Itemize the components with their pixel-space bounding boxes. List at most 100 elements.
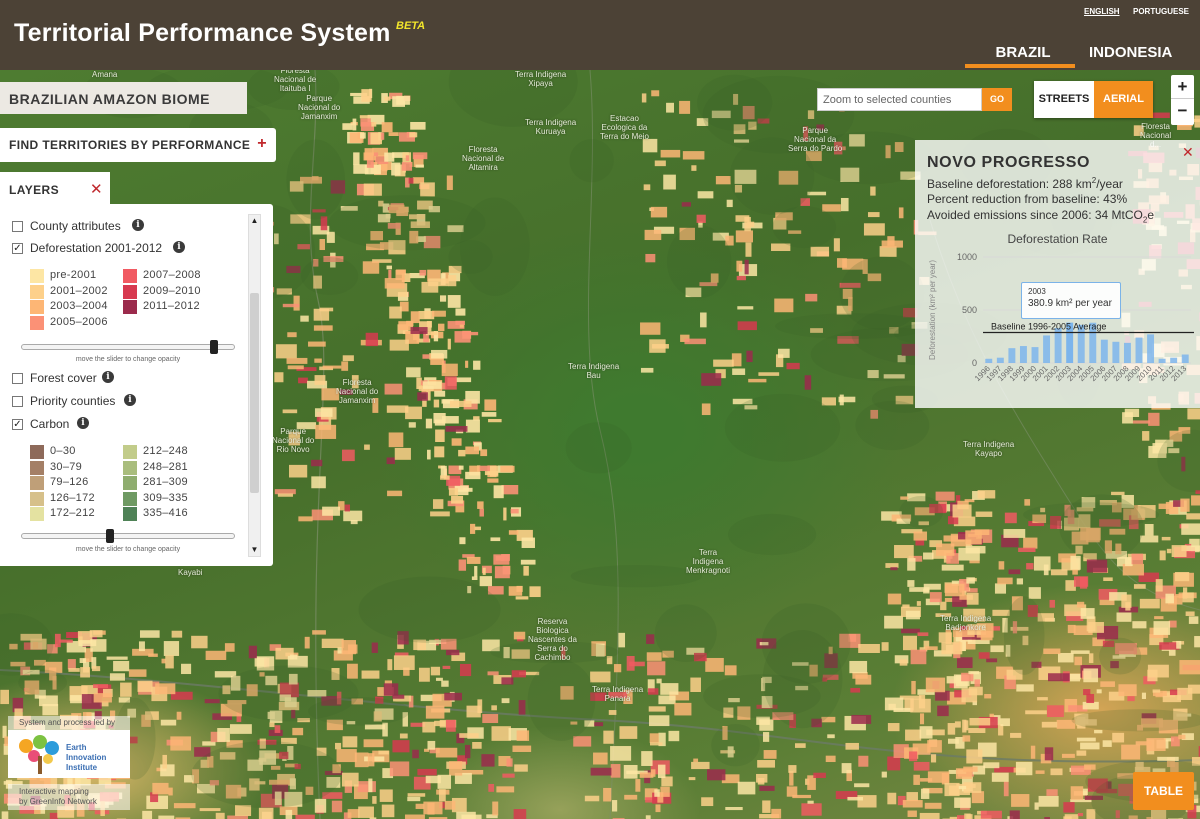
deforestation-patch [501,698,510,704]
deforestation-patch [956,657,973,669]
legend-swatch [123,300,137,314]
legend-label: 281–309 [143,476,188,488]
slider-handle[interactable] [105,529,114,543]
scroll-thumb[interactable] [250,293,259,493]
deforestation-patch [487,478,499,483]
deforestation-patch [466,556,481,564]
layer-carbon[interactable]: ✓ Carbon i [12,417,92,433]
deforestation-patch [152,782,169,795]
deforestation-patch [274,725,281,733]
info-icon[interactable]: i [132,219,144,231]
deforestation-patch [79,658,87,664]
deforestation-patch [1154,616,1164,620]
deforestation-patch [1135,741,1152,746]
deforestation-patch [1111,491,1125,496]
layer-county-attributes[interactable]: County attributes i [12,219,152,235]
deforestation-patch [386,405,409,413]
deforestation-patch [1082,788,1088,796]
slider-handle[interactable] [209,340,218,354]
forest-texture [358,576,501,643]
close-icon[interactable]: ✕ [90,180,103,198]
deforestation-patch [427,740,436,750]
info-icon[interactable]: i [77,417,89,429]
info-icon[interactable]: i [173,241,185,253]
carbon-checkbox[interactable]: ✓ [12,419,23,430]
county-search-input[interactable] [817,88,982,111]
layers-scrollbar[interactable]: ▲ ▼ [248,214,261,557]
info-icon[interactable]: i [102,371,114,383]
deforestation-patch [491,705,497,711]
tab-indonesia[interactable]: INDONESIA [1089,44,1172,61]
deforestation-patch [381,122,393,133]
deforestation-patch [430,511,450,517]
deforestation-patch [735,230,753,243]
deforestation-opacity-slider[interactable] [21,340,235,354]
deforestation-patch [1175,572,1190,582]
scroll-up-arrow-icon[interactable]: ▲ [249,215,260,227]
deforestation-patch [173,803,196,809]
deforestation-patch [850,687,861,693]
deforestation-patch [387,659,393,671]
map-label: Parque Nacional da Serra do Pardo [788,126,843,153]
tab-brazil[interactable]: BRAZIL [966,44,1076,61]
deforestation-patch [913,761,930,771]
info-icon[interactable]: i [124,394,136,406]
layer-forest-cover[interactable]: Forest cover i [12,371,122,387]
deforestation-patch [322,365,342,369]
credit-mapping[interactable]: Interactive mapping by GreenInfo Network [8,784,130,810]
forest-texture [666,225,732,299]
find-territories-button[interactable]: FIND TERRITORIES BY PERFORMANCE + [0,128,276,162]
app-header: Territorial Performance System BETA ENGL… [0,0,1200,70]
deforestation-patch [944,583,965,597]
deforestation-patch [705,657,724,672]
streets-button[interactable]: STREETS [1034,81,1094,118]
deforestation-patch [465,744,471,759]
deforestation-patch [794,743,806,748]
deforestation-patch [927,771,950,783]
deforestation-patch [603,730,614,744]
aerial-button[interactable]: AERIAL [1094,81,1153,118]
scroll-down-arrow-icon[interactable]: ▼ [249,544,260,556]
table-button[interactable]: TABLE [1133,772,1194,810]
deforestation-patch [967,639,990,644]
layer-deforestation[interactable]: ✓ Deforestation 2001-2012 i [12,241,192,257]
chart-bar [985,358,993,363]
earth-innovation-logo[interactable]: Earth Innovation Institute [8,730,130,778]
deforestation-patch [1008,569,1021,575]
deforestation-patch [384,383,403,395]
forest-cover-checkbox[interactable] [12,373,23,384]
deforestation-patch [341,361,349,371]
map-label: Floresta Nacional de Altamira [462,145,505,172]
deforestation-patch [158,815,175,819]
deforestation-patch [371,642,378,653]
deforestation-patch [649,339,666,353]
deforestation-patch [1102,740,1112,747]
deforestation-patch [481,754,495,767]
go-button[interactable]: GO [982,88,1012,111]
deforestation-patch [736,275,746,281]
deforestation-patch [1,811,9,819]
carbon-opacity-slider[interactable] [21,529,235,543]
deforestation-patch [965,530,982,545]
deforestation-patch [454,331,471,343]
forest-texture [1003,596,1045,675]
deforestation-patch [801,803,822,816]
legend-swatch [30,445,44,459]
language-portuguese-link[interactable]: PORTUGUESE [1133,7,1189,16]
county-attributes-checkbox[interactable] [12,221,23,232]
zoom-out-button[interactable]: − [1171,100,1194,124]
deforestation-patch [407,793,426,797]
deforestation-patch [584,795,600,802]
layer-priority-counties[interactable]: Priority counties i [12,394,142,410]
deforestation-patch [217,728,230,742]
zoom-in-button[interactable]: + [1171,75,1194,99]
deforestation-patch [444,800,456,810]
deforestation-patch [644,229,662,241]
close-icon[interactable]: ✕ [1182,144,1194,161]
basemap-toggle: STREETS AERIAL [1034,81,1153,118]
deforestation-patch [1043,564,1049,576]
language-english-link[interactable]: ENGLISH [1084,7,1120,16]
deforestation-checkbox[interactable]: ✓ [12,243,23,254]
priority-counties-checkbox[interactable] [12,396,23,407]
layers-tab[interactable]: LAYERS ✕ [0,172,110,205]
